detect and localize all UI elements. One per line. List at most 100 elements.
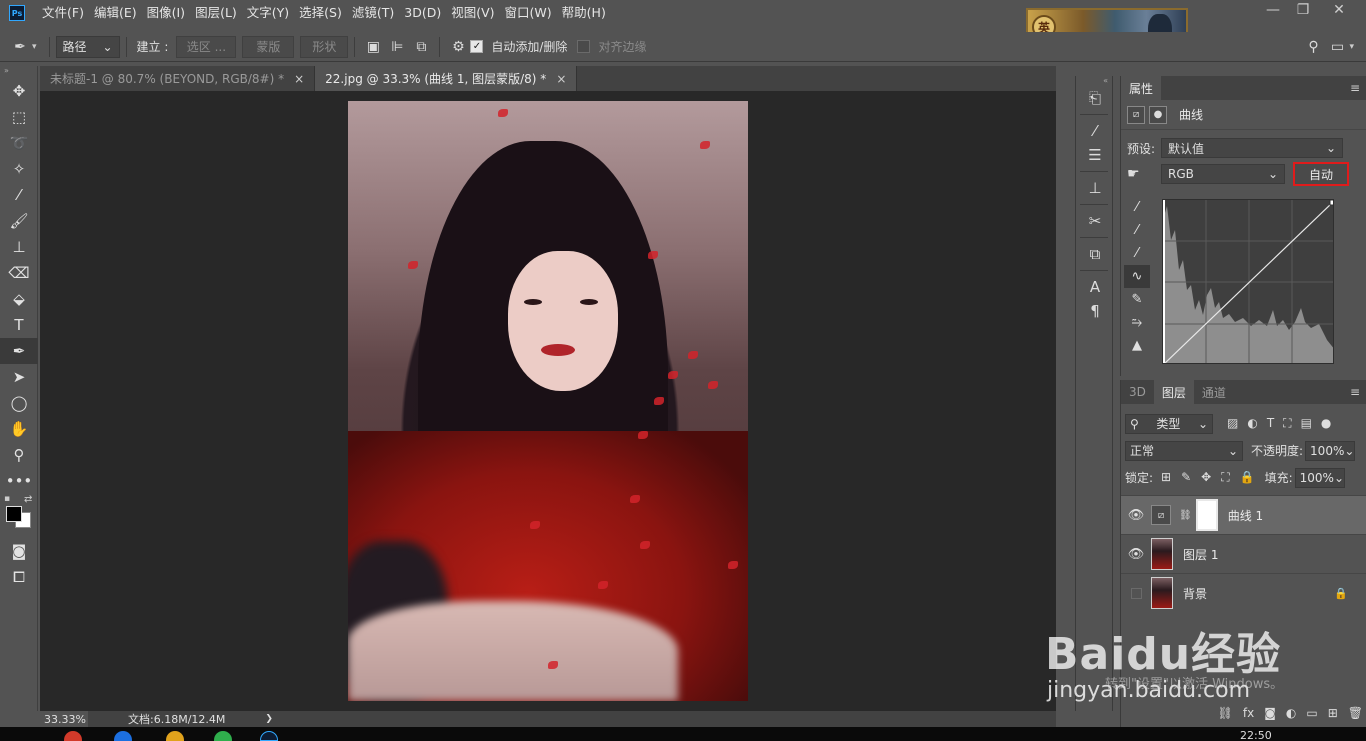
hand-tool-icon[interactable]: ✋ (0, 416, 38, 442)
align-edges-checkbox[interactable] (577, 40, 591, 53)
tab-22-jpg[interactable]: 22.jpg @ 33.3% (曲线 1, 图层蒙版/8) * × (315, 66, 578, 91)
auto-button[interactable]: 自动 (1293, 162, 1349, 186)
brush-tool-icon[interactable]: 🖌 (0, 208, 38, 234)
layer-mask-icon[interactable]: ● (1149, 105, 1167, 124)
default-colors-icon[interactable]: ▪ (4, 494, 10, 504)
menu-filter[interactable]: 滤镜(T) (347, 0, 399, 26)
foreground-color-swatch[interactable] (6, 506, 22, 522)
gear-icon[interactable]: ⚙ (446, 35, 470, 59)
tool-presets-icon[interactable]: ✂ (1076, 209, 1114, 233)
panel-menu-icon[interactable]: ≡ (1350, 81, 1360, 95)
pen-tool-icon[interactable]: ✒ (0, 338, 38, 364)
restore-button[interactable]: ❐ (1288, 0, 1318, 20)
clipping-warning-icon[interactable]: ▲ (1124, 334, 1150, 357)
curve-smooth-icon[interactable]: ⥲ (1124, 311, 1150, 334)
adjustments-icon[interactable]: ☰ (1076, 143, 1114, 167)
panel-menu-icon[interactable]: ≡ (1350, 385, 1360, 399)
paragraph-panel-icon[interactable]: ¶ (1076, 299, 1114, 323)
link-icon[interactable]: ⛓ (1218, 706, 1233, 720)
path-alignment-icon[interactable]: ⊫ (385, 35, 409, 59)
stamp-tool-icon[interactable]: ⊥ (0, 234, 38, 260)
black-point-eyedropper-icon[interactable]: ⁄ (1124, 196, 1150, 219)
opacity-field[interactable]: 100% ⌄ (1305, 440, 1356, 461)
tab-untitled-1[interactable]: 未标题-1 @ 80.7% (BEYOND, RGB/8#) * × (40, 66, 316, 91)
layer-filter-select[interactable]: ⚲ 类型 ⌄ (1125, 413, 1213, 434)
ellipse-tool-icon[interactable]: ◯ (0, 390, 38, 416)
make-mask-button[interactable]: 蒙版 (242, 35, 295, 58)
close-button[interactable]: ✕ (1324, 0, 1354, 20)
auto-add-delete-checkbox[interactable]: ✓ (470, 40, 484, 53)
curves-graph[interactable] (1162, 199, 1334, 364)
channel-select[interactable]: RGB ⌄ (1161, 164, 1285, 184)
fx-icon[interactable]: fx (1243, 706, 1254, 720)
menu-image[interactable]: 图像(I) (142, 0, 190, 26)
layer-row-layer1[interactable]: 👁 图层 1 (1121, 534, 1366, 573)
magic-wand-tool-icon[interactable]: ✧ (0, 156, 38, 182)
lock-artboard-icon[interactable]: ⛶ (1221, 470, 1229, 485)
quick-mask-icon[interactable]: ◙ (0, 538, 38, 564)
filter-smart-object-icon[interactable]: ▤ (1301, 416, 1312, 431)
make-selection-button[interactable]: 选区 ... (176, 35, 237, 58)
screen-mode-icon[interactable]: ⧠ (0, 564, 38, 590)
eye-icon[interactable]: 👁 (1121, 535, 1151, 574)
filter-toggle-icon[interactable]: ● (1321, 416, 1331, 431)
curve-edit-points-icon[interactable]: ∿ (1124, 265, 1150, 288)
curves-adjustment-icon[interactable]: ⧄ (1127, 105, 1145, 124)
eye-toggle-empty[interactable] (1121, 574, 1151, 613)
path-operations-icon[interactable]: ▣ (361, 35, 385, 59)
path-selection-tool-icon[interactable]: ➤ (0, 364, 38, 390)
taskbar-app-icon[interactable] (166, 731, 184, 741)
canvas-area[interactable] (40, 91, 1056, 711)
filter-type-icon[interactable]: T (1267, 416, 1274, 431)
taskbar-app-icon[interactable] (214, 731, 232, 741)
history-panel-icon[interactable]: ⎗ (1076, 86, 1114, 110)
lock-image-icon[interactable]: ✎ (1181, 470, 1191, 485)
lock-position-icon[interactable]: ✥ (1201, 470, 1211, 485)
clone-source-icon[interactable]: ⊥ (1076, 176, 1114, 200)
curve-draw-pencil-icon[interactable]: ✎ (1124, 288, 1150, 311)
filter-adjustment-icon[interactable]: ◐ (1247, 416, 1257, 431)
menu-file[interactable]: 文件(F) (37, 0, 89, 26)
lock-transparent-icon[interactable]: ⊞ (1161, 470, 1171, 485)
on-image-adjust-icon[interactable]: ☛ (1127, 166, 1155, 182)
panel-grip-icon[interactable]: « (1076, 76, 1112, 86)
taskbar-photoshop-icon[interactable] (260, 731, 278, 741)
status-menu-arrow[interactable]: ❯ (265, 714, 273, 724)
preset-select[interactable]: 默认值 ⌄ (1161, 138, 1344, 158)
menu-type[interactable]: 文字(Y) (242, 0, 294, 26)
blend-mode-select[interactable]: 正常 ⌄ (1125, 440, 1243, 461)
lasso-tool-icon[interactable]: ➰ (0, 130, 38, 156)
tab-channels[interactable]: 通道 (1194, 380, 1234, 404)
menu-view[interactable]: 视图(V) (446, 0, 499, 26)
move-tool-icon[interactable]: ✥ (0, 78, 38, 104)
menu-select[interactable]: 选择(S) (294, 0, 347, 26)
layer-row-curves[interactable]: 👁 ⧄ ⛓ 曲线 1 (1121, 495, 1366, 534)
character-panel-icon[interactable]: A (1076, 275, 1114, 299)
eyedropper-tool-icon[interactable]: ⁄ (0, 182, 38, 208)
curve-point-white[interactable] (1329, 200, 1334, 206)
white-point-eyedropper-icon[interactable]: ⁄ (1124, 242, 1150, 265)
brush-settings-icon[interactable]: ⁄ (1076, 119, 1114, 143)
marquee-tool-icon[interactable]: ⬚ (0, 104, 38, 130)
swap-colors-icon[interactable]: ⇄ (24, 494, 32, 505)
menu-help[interactable]: 帮助(H) (557, 0, 611, 26)
zoom-level-field[interactable]: 33.33% (40, 711, 88, 727)
tab-properties[interactable]: 属性 (1121, 76, 1162, 100)
eye-icon[interactable]: 👁 (1121, 496, 1151, 535)
trash-icon[interactable]: 🗑 (1348, 706, 1363, 720)
search-icon[interactable]: ⚲ (1301, 35, 1325, 59)
menu-edit[interactable]: 编辑(E) (89, 0, 142, 26)
filter-pixel-icon[interactable]: ▨ (1227, 416, 1238, 431)
filter-shape-icon[interactable]: ⛶ (1283, 416, 1291, 431)
menu-3d[interactable]: 3D(D) (399, 0, 446, 26)
minimize-button[interactable]: — (1258, 0, 1288, 20)
pen-tool-preset-icon[interactable]: ✒ (8, 35, 32, 59)
tab-layers[interactable]: 图层 (1153, 380, 1194, 404)
zoom-tool-icon[interactable]: ⚲ (0, 442, 38, 468)
document-image[interactable] (348, 101, 748, 701)
eraser-tool-icon[interactable]: ⌫ (0, 260, 38, 286)
tab-3d[interactable]: 3D (1121, 380, 1154, 404)
taskbar-app-icon[interactable] (64, 731, 82, 741)
adjustment-icon[interactable]: ◐ (1286, 706, 1296, 720)
path-arrangement-icon[interactable]: ⧉ (409, 35, 433, 59)
